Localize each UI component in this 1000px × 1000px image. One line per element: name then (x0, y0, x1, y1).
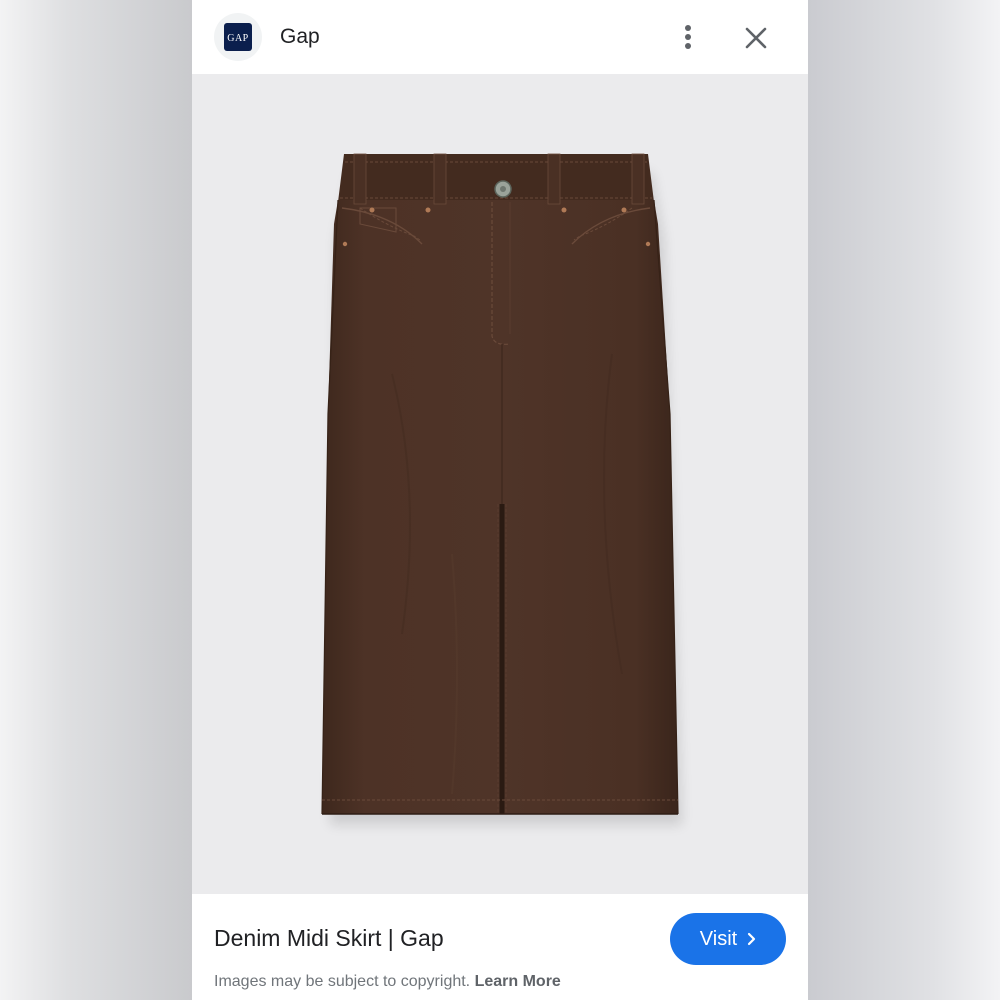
product-image (321, 153, 682, 825)
site-logo[interactable]: GAP (214, 13, 262, 61)
more-vert-icon (685, 25, 691, 49)
copyright-text: Images may be subject to copyright. (214, 973, 471, 990)
visit-button[interactable]: Visit (670, 913, 786, 965)
svg-text:GAP: GAP (227, 33, 249, 43)
copyright-notice: Images may be subject to copyright. Lear… (214, 972, 561, 992)
site-name[interactable]: Gap (280, 24, 320, 50)
skirt-waistband (338, 154, 654, 202)
gap-logo-wordmark: GAP (227, 33, 249, 43)
product-image-area[interactable] (192, 74, 808, 894)
more-options-button[interactable] (672, 20, 704, 54)
preview-footer: Denim Midi Skirt | Gap Visit Images may … (192, 894, 808, 1000)
background-right (808, 0, 1000, 1000)
background-left (0, 0, 192, 1000)
chevron-right-icon (748, 932, 756, 946)
product-title[interactable]: Denim Midi Skirt | Gap (214, 924, 444, 952)
preview-header: GAP Gap (192, 0, 808, 74)
gap-logo-icon: GAP (224, 23, 252, 51)
image-preview-panel: GAP Gap Denim Midi Skirt | Gap Visit Ima… (192, 0, 808, 1000)
learn-more-link[interactable]: Learn More (475, 973, 561, 990)
close-button[interactable] (738, 20, 774, 56)
close-icon (745, 27, 767, 49)
visit-button-label: Visit (699, 928, 738, 950)
